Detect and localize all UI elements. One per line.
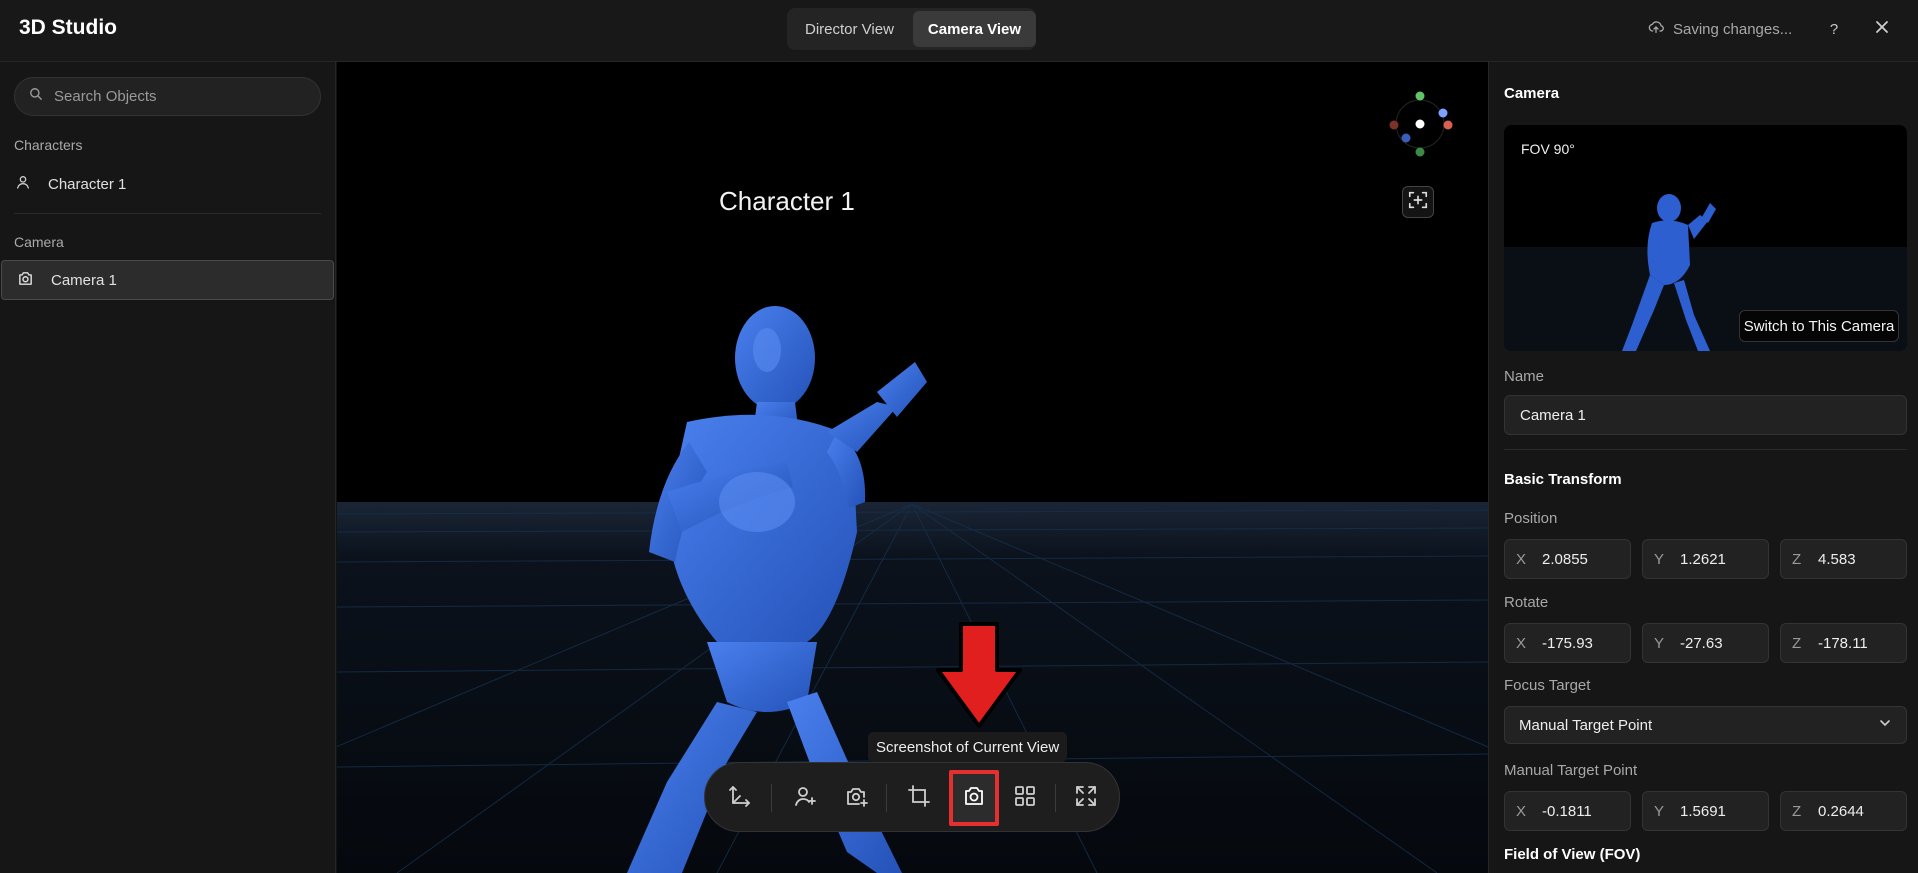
camera-name-field[interactable]: Camera 1 [1504, 395, 1907, 435]
view-toggle: Director View Camera View [787, 8, 1037, 50]
crop-icon [907, 784, 931, 813]
axis-label: Z [1792, 802, 1802, 820]
properties-panel: Camera FOV 90° Switch to This Camera Nam… [1488, 62, 1918, 873]
sidebar-divider [14, 213, 321, 214]
camera-icon [962, 784, 986, 813]
axes-tool-button[interactable] [721, 779, 759, 817]
toolbar-divider [771, 784, 772, 812]
position-y-field[interactable]: Y 1.2621 [1642, 539, 1769, 579]
field-value: -27.63 [1680, 634, 1723, 652]
axis-label: Y [1654, 802, 1665, 820]
select-value: Manual Target Point [1519, 716, 1653, 734]
camera-add-icon [845, 784, 869, 813]
expand-icon [1074, 784, 1098, 813]
manual-target-y-field[interactable]: Y 1.5691 [1642, 791, 1769, 831]
save-status-text: Saving changes... [1673, 20, 1793, 38]
position-x-field[interactable]: X 2.0855 [1504, 539, 1631, 579]
manual-target-z-field[interactable]: Z 0.2644 [1780, 791, 1907, 831]
name-label: Name [1504, 368, 1545, 385]
tooltip: Screenshot of Current View [868, 732, 1068, 762]
transform-heading: Basic Transform [1504, 471, 1622, 488]
app-title: 3D Studio [19, 16, 117, 39]
3d-viewport[interactable]: Character 1 Screenshot of Current View [337, 62, 1488, 873]
tab-camera-view[interactable]: Camera View [912, 11, 1037, 47]
focus-target-select[interactable]: Manual Target Point [1504, 706, 1907, 744]
section-characters-label: Characters [14, 137, 83, 153]
screenshot-button[interactable] [949, 770, 999, 826]
panel-divider [1504, 449, 1907, 450]
save-status: Saving changes... [1648, 19, 1792, 39]
search-box[interactable] [14, 77, 321, 116]
down-arrow-annotation [936, 622, 1022, 728]
tab-director-view[interactable]: Director View [790, 11, 909, 47]
help-button[interactable]: ? [1822, 17, 1846, 41]
search-icon [29, 87, 43, 106]
field-value: 0.2644 [1818, 802, 1864, 820]
field-value: 4.583 [1818, 550, 1856, 568]
object-sidebar: Characters Character 1 Camera Camera 1 [0, 62, 336, 873]
help-icon: ? [1829, 20, 1839, 38]
sidebar-item-label: Character 1 [48, 175, 127, 193]
manual-target-x-field[interactable]: X -0.1811 [1504, 791, 1631, 831]
toolbar-divider [1055, 784, 1056, 812]
viewport-toolbar [704, 762, 1120, 832]
sidebar-item-label: Camera 1 [51, 271, 117, 289]
axes-icon [728, 784, 752, 813]
focus-target-label: Focus Target [1504, 677, 1591, 694]
top-bar: 3D Studio Director View Camera View Savi… [0, 0, 1918, 62]
camera-icon [17, 270, 34, 291]
field-value: 1.2621 [1680, 550, 1726, 568]
axis-label: Z [1792, 550, 1802, 568]
fullscreen-button[interactable] [1067, 779, 1105, 817]
close-icon [1875, 20, 1889, 38]
axis-label: X [1516, 550, 1527, 568]
axis-label: X [1516, 802, 1527, 820]
camera-preview: FOV 90° Switch to This Camera [1504, 125, 1907, 351]
fov-section-label: Field of View (FOV) [1504, 846, 1641, 863]
position-z-field[interactable]: Z 4.583 [1780, 539, 1907, 579]
crop-button[interactable] [900, 779, 938, 817]
orientation-gizmo[interactable] [1383, 87, 1457, 161]
character-name-label: Character 1 [719, 186, 855, 216]
focus-view-button[interactable] [1402, 186, 1434, 218]
person-add-icon [793, 784, 817, 813]
panel-heading: Camera [1504, 85, 1560, 102]
search-input[interactable] [54, 88, 294, 105]
field-value: -175.93 [1542, 634, 1593, 652]
field-value: -0.1811 [1542, 802, 1592, 820]
axis-label: Y [1654, 550, 1665, 568]
grid-icon [1013, 784, 1037, 813]
focus-plus-icon [1407, 189, 1429, 216]
rotate-label: Rotate [1504, 594, 1549, 611]
axis-label: Z [1792, 634, 1802, 652]
axis-label: X [1516, 634, 1527, 652]
field-value: -178.11 [1818, 634, 1868, 652]
fov-badge: FOV 90° [1521, 141, 1575, 157]
rotate-x-field[interactable]: X -175.93 [1504, 623, 1631, 663]
section-camera-label: Camera [14, 234, 64, 250]
grid-view-button[interactable] [1006, 779, 1044, 817]
add-camera-button[interactable] [838, 779, 876, 817]
sidebar-item-character-1[interactable]: Character 1 [0, 164, 335, 204]
close-button[interactable] [1870, 17, 1894, 41]
manual-target-label: Manual Target Point [1504, 762, 1638, 779]
switch-to-camera-button[interactable]: Switch to This Camera [1739, 310, 1899, 342]
sidebar-item-camera-1[interactable]: Camera 1 [1, 260, 334, 300]
person-icon [15, 174, 31, 194]
rotate-y-field[interactable]: Y -27.63 [1642, 623, 1769, 663]
field-value: 1.5691 [1680, 802, 1726, 820]
cloud-upload-icon [1648, 19, 1664, 39]
add-character-button[interactable] [786, 779, 824, 817]
position-label: Position [1504, 510, 1558, 527]
field-value: 2.0855 [1542, 550, 1588, 568]
axis-label: Y [1654, 634, 1665, 652]
toolbar-divider [886, 784, 887, 812]
chevron-down-icon [1878, 716, 1892, 734]
rotate-z-field[interactable]: Z -178.11 [1780, 623, 1907, 663]
